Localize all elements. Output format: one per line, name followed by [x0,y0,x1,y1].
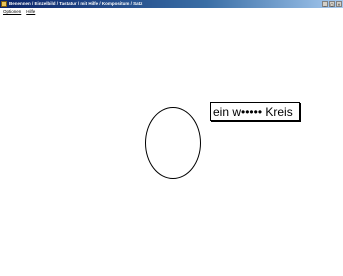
drawing-canvas[interactable]: ein w••••• Kreis [0,15,343,276]
minimize-button[interactable]: _ [322,1,328,7]
title-bar[interactable]: Benennen / Einzelbild / Tastatur / mit H… [0,0,343,8]
menu-help[interactable]: Hilfe [26,8,35,15]
close-button[interactable]: × [336,1,342,7]
window-title: Benennen / Einzelbild / Tastatur / mit H… [9,1,143,6]
circle-shape[interactable] [145,107,201,179]
window-controls: _ □ × [322,1,342,7]
answer-label-box[interactable]: ein w••••• Kreis [210,102,300,121]
menu-options[interactable]: Optionen [3,8,21,15]
app-icon [1,1,7,7]
answer-label-text: ein w••••• Kreis [213,104,293,119]
maximize-button[interactable]: □ [329,1,335,7]
app-window: Benennen / Einzelbild / Tastatur / mit H… [0,0,343,276]
